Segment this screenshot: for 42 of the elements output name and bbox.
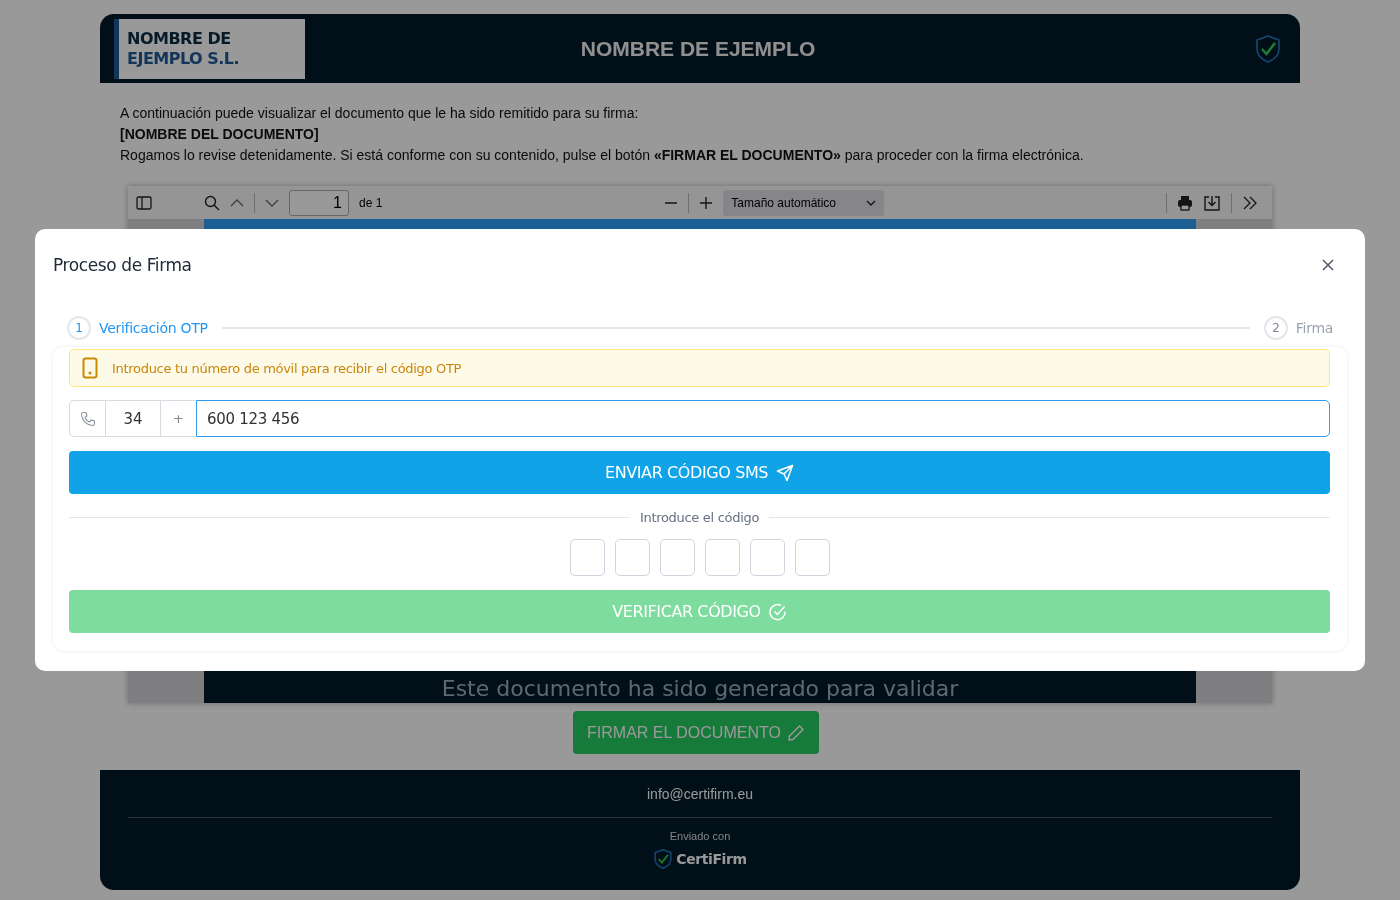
header-title: NOMBRE DE EJEMPLO: [580, 36, 816, 61]
notice-text: Introduce tu número de móvil para recibir el código OTP: [112, 360, 462, 376]
pencil-icon: [786, 723, 805, 742]
search-icon[interactable]: [204, 194, 220, 211]
code-digit-field[interactable]: [794, 539, 830, 576]
phone-number-field[interactable]: 600 123 456: [196, 400, 1330, 437]
paper-plane-icon: [776, 463, 795, 482]
zoom-select[interactable]: Tamaño automático: [723, 189, 885, 216]
shield-check-icon: [653, 848, 674, 870]
step-item[interactable]: 1 Verificación OTP: [67, 316, 208, 340]
mobile-phone-icon: [82, 357, 98, 379]
chevron-down-icon: [866, 199, 877, 206]
phone-icon: [79, 410, 96, 427]
zoom-in-icon[interactable]: [699, 195, 714, 210]
close-icon[interactable]: [1321, 258, 1335, 272]
printer-icon[interactable]: [1177, 194, 1193, 211]
code-digit-field[interactable]: [749, 539, 785, 576]
code-digit-field[interactable]: [569, 539, 605, 576]
code-digit-field[interactable]: [614, 539, 650, 576]
page-number-field[interactable]: 1: [289, 189, 349, 216]
code-digit-field[interactable]: [659, 539, 695, 576]
double-chevron-icon[interactable]: [1242, 195, 1258, 210]
page-count: de 1: [359, 195, 383, 210]
download-icon[interactable]: [1203, 194, 1221, 211]
contact-email[interactable]: info@certifirm.eu: [647, 786, 753, 802]
code-digit-field[interactable]: [704, 539, 740, 576]
step-item[interactable]: 2 Firma: [1263, 316, 1333, 340]
intro-text: A continuación puede visualizar el documento que le ha sido remitido para su firma:: [120, 104, 640, 123]
brand-name: CertiFirm: [676, 851, 747, 867]
document-text: Este documento ha sido generado para validar: [441, 675, 959, 703]
sent-with-label: Enviado con: [669, 830, 731, 842]
country-code-field[interactable]: 34: [105, 400, 160, 437]
company-logo: NOMBRE DE EJEMPLO S.L.: [114, 18, 305, 79]
chevron-up-icon[interactable]: [230, 197, 244, 208]
intro-text: Rogamos lo revise detenidamente. Si está conforme con su contenido, pulse el botón «FIRMAR EL DOCUMENTO» para proceder con la firma electrónica.: [120, 146, 1085, 165]
check-circle-icon: [768, 602, 787, 621]
chevron-down-icon[interactable]: [265, 197, 279, 208]
dialog-title: Proceso de Firma: [53, 255, 193, 275]
code-label: Introduce el código: [639, 510, 760, 525]
shield-check-icon: [1254, 33, 1282, 64]
document-name: [NOMBRE DEL DOCUMENTO]: [120, 125, 320, 144]
sidebar-toggle-icon[interactable]: [136, 195, 152, 210]
